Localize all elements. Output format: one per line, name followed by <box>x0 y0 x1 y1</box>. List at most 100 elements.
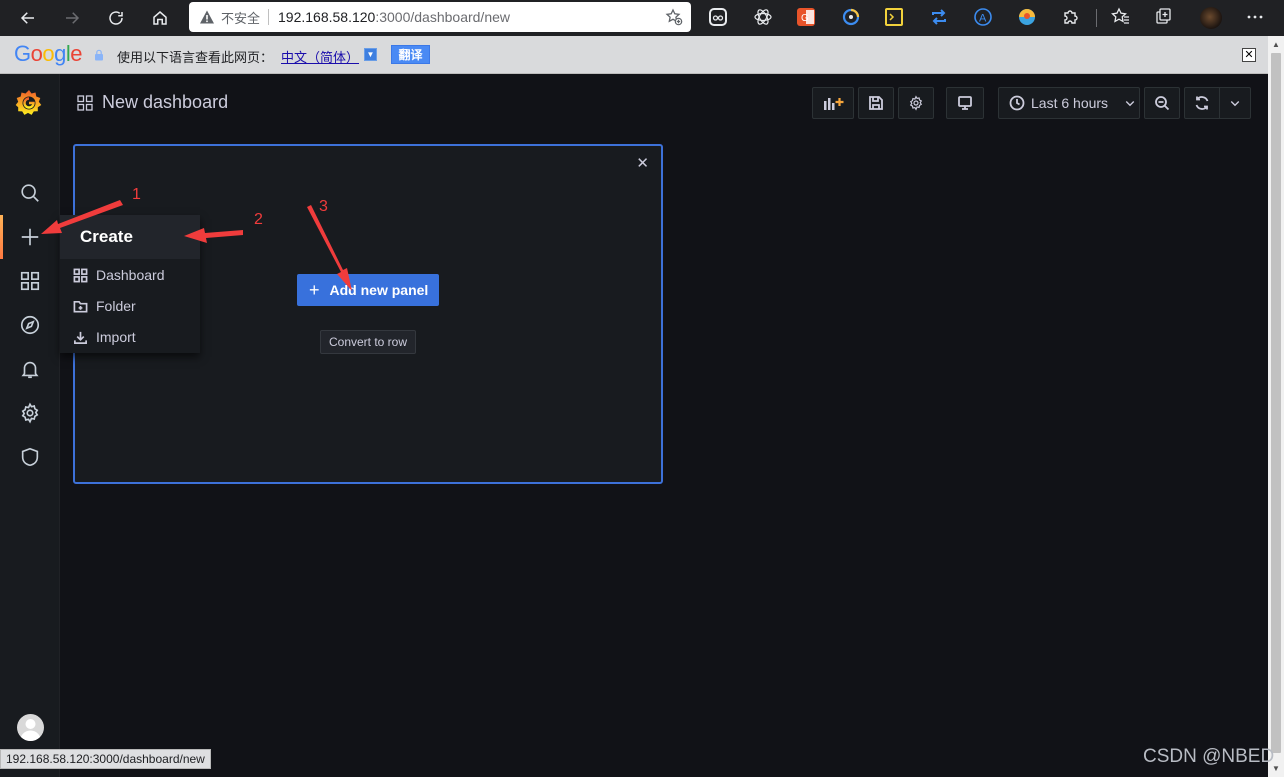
shield-icon <box>21 447 39 467</box>
time-range-label: Last 6 hours <box>1031 95 1109 111</box>
home-icon <box>153 11 167 25</box>
add-panel-toolbar-button[interactable] <box>812 87 854 119</box>
svg-text:A: A <box>979 13 987 25</box>
language-dropdown[interactable]: ▼ <box>364 48 377 61</box>
address-bar[interactable]: 不安全 192.168.58.120 :3000/dashboard/new <box>189 2 691 32</box>
browser-toolbar: 不安全 192.168.58.120 :3000/dashboard/new G… <box>0 0 1284 36</box>
user-avatar[interactable] <box>17 714 44 741</box>
favorites-star-icon[interactable] <box>1110 7 1130 27</box>
plus-icon: + <box>309 279 320 300</box>
sidebar-create[interactable] <box>18 225 42 249</box>
save-icon <box>869 96 883 110</box>
convert-to-row-button[interactable]: Convert to row <box>320 330 416 354</box>
add-panel-icon <box>824 98 844 110</box>
menu-item-label: Import <box>96 329 136 345</box>
refresh-interval-dropdown[interactable] <box>1219 87 1251 119</box>
translate-close-button[interactable]: ✕ <box>1242 48 1256 62</box>
scroll-up-arrow-icon[interactable]: ▲ <box>1268 36 1284 53</box>
extension-colorful-icon[interactable] <box>1017 7 1037 27</box>
reload-icon <box>109 11 123 25</box>
extension-google-translate-icon[interactable]: G <box>797 8 815 26</box>
tv-mode-button[interactable] <box>946 87 984 119</box>
extension-terminal-icon[interactable] <box>885 8 903 26</box>
import-icon <box>74 331 87 344</box>
clock-icon <box>1009 95 1025 111</box>
apps-icon <box>73 268 88 282</box>
sidebar-server-admin[interactable] <box>18 445 42 469</box>
monitor-icon <box>958 96 972 110</box>
back-button[interactable] <box>14 4 42 32</box>
panel-close-icon[interactable]: ✕ <box>636 154 649 172</box>
home-button[interactable] <box>146 4 174 32</box>
annotation-label-2: 2 <box>254 211 263 228</box>
create-menu-item-folder[interactable]: Folder <box>60 291 200 321</box>
time-range-picker[interactable]: Last 6 hours <box>998 87 1140 119</box>
sidebar-explore[interactable] <box>18 313 42 337</box>
page-title: New dashboard <box>102 92 229 112</box>
create-dropdown-menu: Create Dashboard Folder Import <box>60 215 200 353</box>
save-dashboard-button[interactable] <box>858 87 894 119</box>
refresh-dashboard-button[interactable] <box>1184 87 1220 119</box>
sidebar-dashboards[interactable] <box>18 269 42 293</box>
grafana-logo-icon <box>15 90 42 115</box>
menu-item-label: Folder <box>96 298 136 314</box>
apps-icon <box>20 271 40 291</box>
compass-icon <box>20 315 40 335</box>
extension-cookie-icon[interactable] <box>709 8 727 26</box>
extension-a-icon[interactable]: A <box>973 7 993 27</box>
forward-button[interactable] <box>58 4 86 32</box>
add-new-panel-label: Add new panel <box>329 282 429 298</box>
dashboard-settings-button[interactable] <box>898 87 934 119</box>
search-icon <box>21 184 39 202</box>
translate-bar: Google 使用以下语言查看此网页： 中文（简体） ▼ 翻译 ✕ <box>0 36 1268 74</box>
sidebar-alerting[interactable] <box>18 357 42 381</box>
grafana-logo[interactable] <box>13 87 45 119</box>
language-link[interactable]: 中文（简体） <box>281 47 359 66</box>
warning-icon <box>200 10 214 24</box>
chevron-down-icon <box>1125 101 1135 107</box>
arrow-right-icon <box>66 12 80 24</box>
lock-icon <box>95 49 103 61</box>
create-menu-item-dashboard[interactable]: Dashboard <box>60 260 200 290</box>
page-scrollbar[interactable]: ▲ ▼ <box>1268 36 1284 777</box>
add-new-panel-button[interactable]: + Add new panel <box>297 274 439 306</box>
more-options-icon[interactable] <box>1245 7 1265 27</box>
scroll-thumb[interactable] <box>1271 53 1281 753</box>
active-indicator <box>0 215 3 259</box>
extension-atom-icon[interactable] <box>753 7 773 27</box>
zoom-out-icon <box>1155 96 1170 111</box>
sidebar-configuration[interactable] <box>18 401 42 425</box>
address-divider <box>268 9 270 25</box>
close-icon: ✕ <box>1244 48 1254 61</box>
user-icon <box>20 719 41 741</box>
extensions-puzzle-icon[interactable] <box>1061 7 1081 27</box>
extension-refresh-icon[interactable] <box>841 7 861 27</box>
apps-icon <box>77 95 93 111</box>
gear-icon <box>909 95 923 111</box>
toolbar-divider <box>1096 9 1097 27</box>
sidebar-search[interactable] <box>18 181 42 205</box>
sync-icon <box>1195 96 1209 110</box>
annotation-label-1: 1 <box>132 186 141 203</box>
translate-prompt: 使用以下语言查看此网页： <box>117 51 274 66</box>
url-host: 192.168.58.120 <box>278 9 376 25</box>
add-favorite-icon[interactable] <box>665 8 683 26</box>
reload-button[interactable] <box>102 4 130 32</box>
plus-icon <box>21 228 39 246</box>
menu-item-label: Dashboard <box>96 267 165 283</box>
create-menu-item-import[interactable]: Import <box>60 322 200 352</box>
folder-plus-icon <box>73 300 88 312</box>
zoom-out-button[interactable] <box>1144 87 1180 119</box>
translate-button[interactable]: 翻译 <box>391 45 430 64</box>
profile-avatar[interactable] <box>1200 7 1222 29</box>
extension-repeat-icon[interactable] <box>929 7 949 27</box>
gear-icon <box>21 402 39 424</box>
create-menu-header[interactable]: Create <box>60 215 200 259</box>
status-bar-url: 192.168.58.120:3000/dashboard/new <box>0 749 211 769</box>
annotation-label-3: 3 <box>319 198 328 215</box>
insecure-label: 不安全 <box>221 11 261 27</box>
triangle-down-icon: ▼ <box>366 50 375 59</box>
collections-icon[interactable] <box>1154 7 1174 27</box>
grafana-sidebar <box>0 74 60 777</box>
google-logo: Google <box>14 41 83 66</box>
